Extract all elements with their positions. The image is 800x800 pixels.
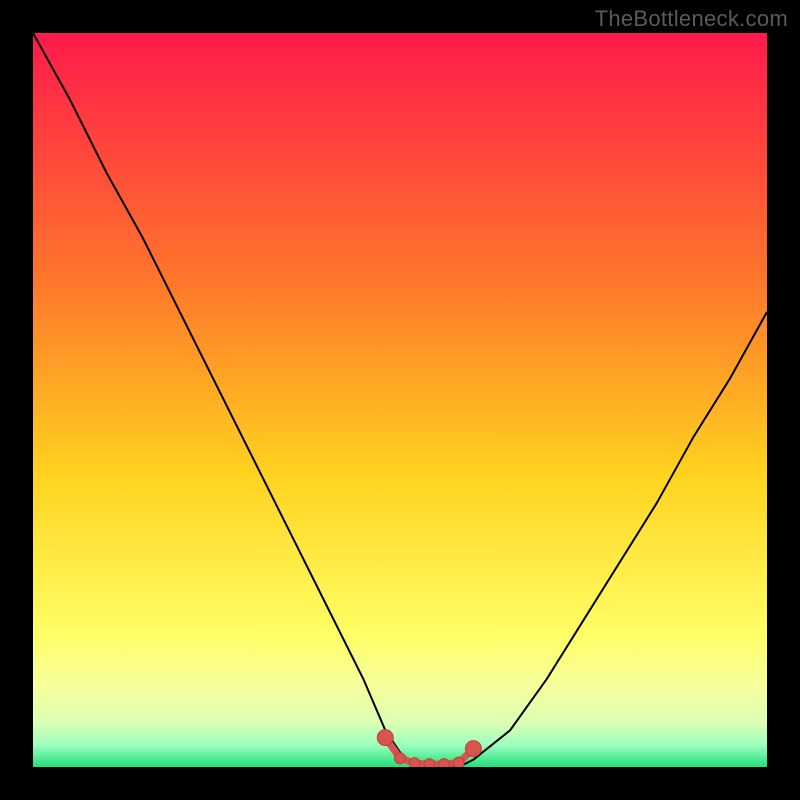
optimal-marker xyxy=(377,730,393,746)
optimal-marker xyxy=(424,759,435,767)
bottleneck-chart xyxy=(33,33,767,767)
optimal-marker xyxy=(439,759,450,767)
optimal-marker xyxy=(453,757,464,767)
gradient-background xyxy=(33,33,767,767)
optimal-marker xyxy=(409,758,420,767)
watermark-text: TheBottleneck.com xyxy=(595,6,788,32)
chart-frame: TheBottleneck.com xyxy=(0,0,800,800)
optimal-marker xyxy=(465,741,481,757)
optimal-marker xyxy=(395,753,406,764)
